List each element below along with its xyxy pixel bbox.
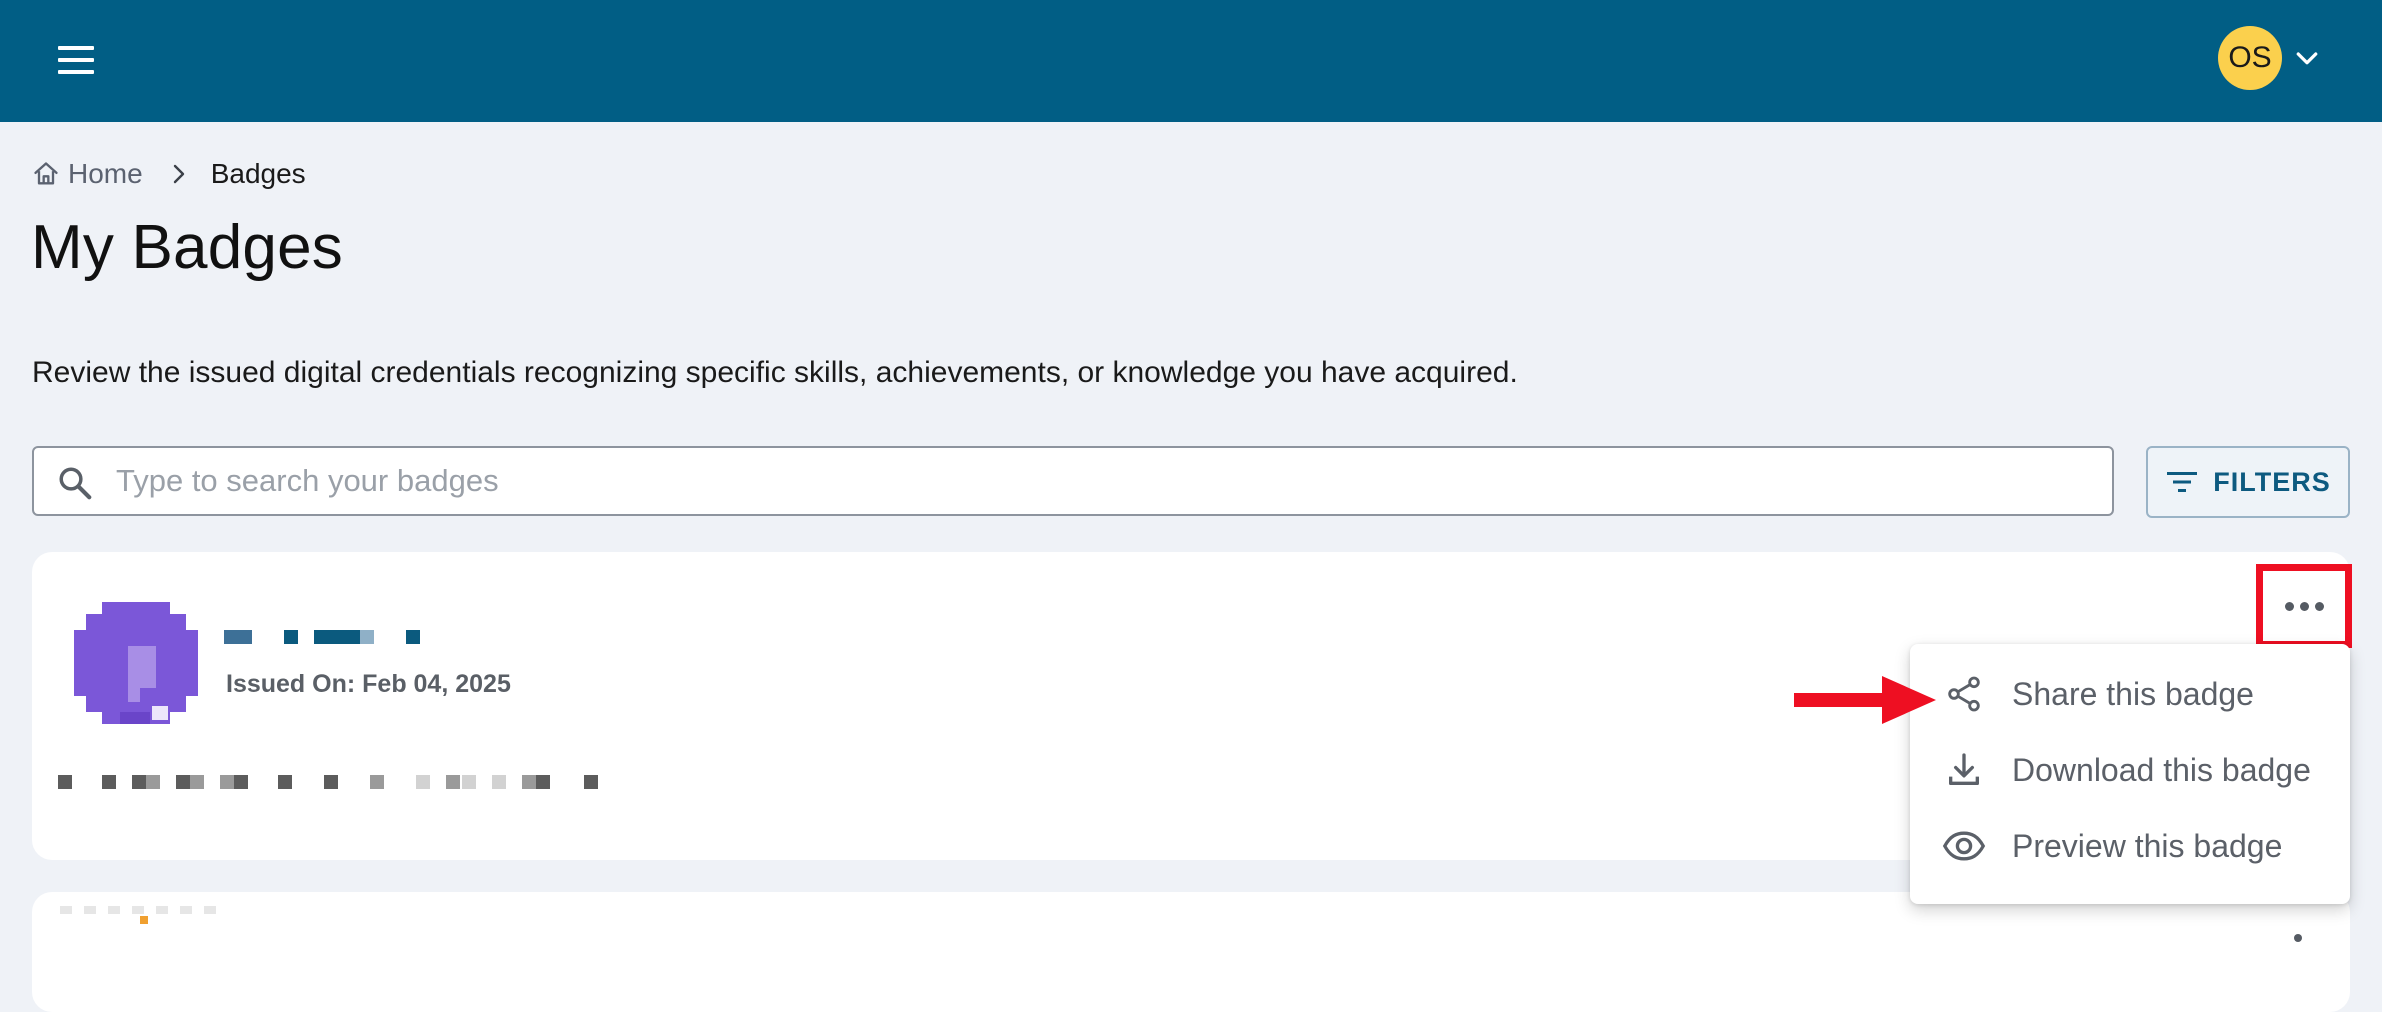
issued-date-value: Feb 04, 2025 <box>362 670 511 698</box>
filters-label: FILTERS <box>2213 466 2331 497</box>
badge-name-redacted <box>224 630 420 644</box>
avatar[interactable]: OS <box>2218 26 2282 90</box>
badge-image <box>74 602 198 724</box>
search-box <box>32 446 2114 516</box>
badge-description-redacted <box>58 775 598 789</box>
breadcrumb-home-label: Home <box>68 158 143 189</box>
chevron-right-icon <box>169 162 189 186</box>
search-input[interactable] <box>116 458 2076 504</box>
filter-icon <box>2167 472 2198 492</box>
breadcrumb-home-link[interactable]: Home <box>32 158 143 190</box>
chevron-down-icon[interactable] <box>2292 44 2322 74</box>
menu-item-label: Share this badge <box>2012 675 2254 712</box>
issued-date: Issued On: Feb 04, 2025 <box>226 670 511 699</box>
breadcrumb-current: Badges <box>210 158 306 189</box>
menu-item-share[interactable]: Share this badge <box>1910 656 2350 732</box>
page-description: Review the issued digital credentials re… <box>32 356 1518 389</box>
menu-item-label: Preview this badge <box>2012 827 2283 864</box>
home-icon <box>34 162 58 185</box>
menu-item-preview[interactable]: Preview this badge <box>1910 808 2350 884</box>
top-app-bar: OS <box>0 0 2382 122</box>
breadcrumb: Home Badges <box>32 156 306 192</box>
hamburger-menu-icon[interactable] <box>56 44 96 76</box>
badge-image <box>60 906 216 924</box>
badge-actions-button[interactable] <box>2256 564 2352 648</box>
badge-card[interactable] <box>32 892 2350 1012</box>
badge-actions-menu: Share this badge Download this badge Pre… <box>1910 644 2350 904</box>
annotation-arrow <box>1794 676 1936 724</box>
eye-icon <box>1942 824 1986 868</box>
download-icon <box>1942 748 1986 792</box>
page-title: My Badges <box>31 213 343 282</box>
more-horizontal-icon <box>2284 601 2324 611</box>
filters-button[interactable]: FILTERS <box>2146 446 2350 518</box>
menu-item-label: Download this badge <box>2012 751 2311 788</box>
more-vertical-icon[interactable] <box>2294 934 2302 942</box>
issued-label: Issued On: <box>226 670 356 698</box>
menu-item-download[interactable]: Download this badge <box>1910 732 2350 808</box>
share-icon <box>1942 672 1986 716</box>
search-icon <box>59 467 92 500</box>
